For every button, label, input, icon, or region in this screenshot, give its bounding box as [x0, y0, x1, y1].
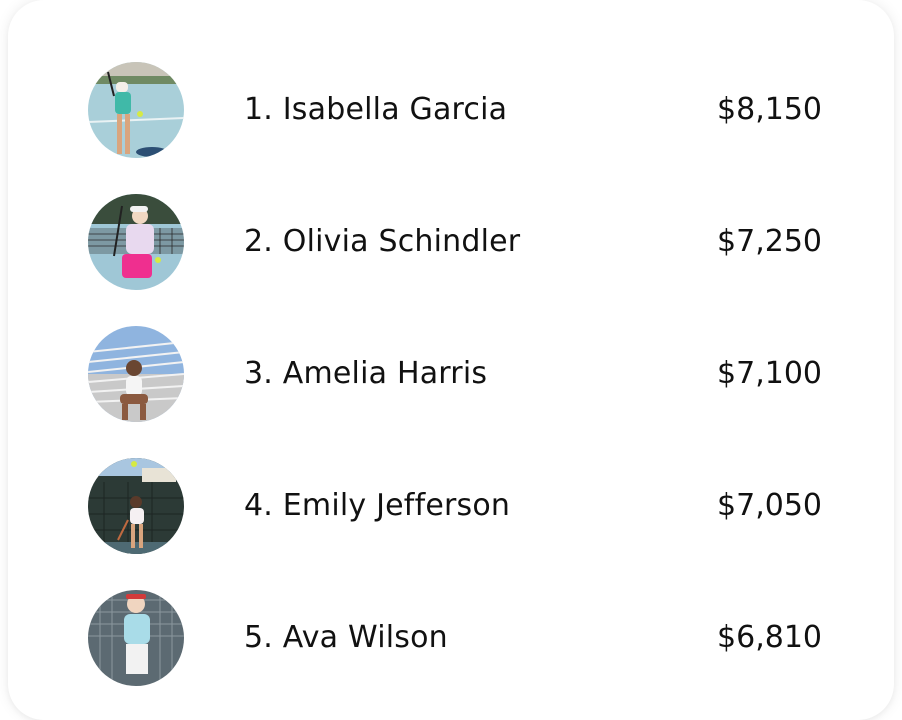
- player-avatar: [88, 194, 184, 290]
- player-name: 2. Olivia Schindler: [244, 224, 521, 259]
- player-avatar: [88, 326, 184, 422]
- player-photo-icon: [88, 590, 184, 686]
- player-amount: $6,810: [717, 620, 822, 655]
- player-amount: $7,250: [717, 224, 822, 259]
- player-avatar: [88, 62, 184, 158]
- player-photo-icon: [88, 194, 184, 290]
- leaderboard-row[interactable]: 1. Isabella Garcia $8,150: [8, 62, 894, 158]
- player-name: 4. Emily Jefferson: [244, 488, 511, 523]
- player-photo-icon: [88, 458, 184, 554]
- player-name: 5. Ava Wilson: [244, 620, 448, 655]
- player-name: 3. Amelia Harris: [244, 356, 488, 391]
- player-amount: $7,050: [717, 488, 822, 523]
- player-avatar: [88, 458, 184, 554]
- player-photo-icon: [88, 62, 184, 158]
- player-amount: $7,100: [717, 356, 822, 391]
- leaderboard-row[interactable]: 4. Emily Jefferson $7,050: [8, 458, 894, 554]
- player-name: 1. Isabella Garcia: [244, 92, 508, 127]
- player-photo-icon: [88, 326, 184, 422]
- leaderboard-row[interactable]: 2. Olivia Schindler $7,250: [8, 194, 894, 290]
- leaderboard-row[interactable]: 5. Ava Wilson $6,810: [8, 590, 894, 686]
- player-amount: $8,150: [717, 92, 822, 127]
- player-avatar: [88, 590, 184, 686]
- leaderboard-card: 1. Isabella Garcia $8,150 2. Olivia Schi…: [8, 0, 894, 720]
- leaderboard-row[interactable]: 3. Amelia Harris $7,100: [8, 326, 894, 422]
